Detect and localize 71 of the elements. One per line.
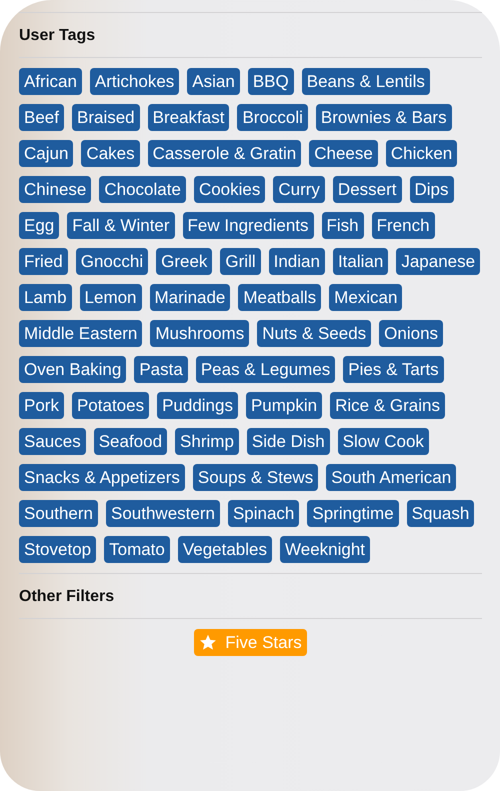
tag-button[interactable]: Rice & Grains (330, 392, 445, 419)
tag-button[interactable]: Pumpkin (246, 392, 322, 419)
tag-button[interactable]: Southern (19, 500, 98, 527)
tag-button[interactable]: Curry (273, 176, 325, 203)
tag-button[interactable]: Greek (156, 248, 212, 275)
tag-button[interactable]: Side Dish (246, 428, 330, 455)
tag-button[interactable]: Beef (19, 104, 64, 131)
tag-button[interactable]: Potatoes (72, 392, 150, 419)
section-title: Other Filters (19, 587, 116, 607)
tag-button[interactable]: Breakfast (148, 104, 230, 131)
tag-button[interactable]: French (372, 212, 435, 239)
tag-button[interactable]: Chocolate (99, 176, 186, 203)
tag-button[interactable]: Fall & Winter (67, 212, 175, 239)
tag-button[interactable]: Mushrooms (150, 320, 250, 347)
tag-button[interactable]: Pork (19, 392, 64, 419)
tag-button[interactable]: Weeknight (280, 536, 370, 563)
tag-button[interactable]: Gnocchi (76, 248, 148, 275)
tag-button[interactable]: Oven Baking (19, 356, 126, 383)
tag-button[interactable]: Pies & Tarts (343, 356, 444, 383)
tag-button[interactable]: Seafood (94, 428, 168, 455)
tag-button[interactable]: South American (326, 464, 456, 491)
tag-button[interactable]: Egg (19, 212, 60, 239)
tag-button[interactable]: Squash (406, 500, 474, 527)
tag-button[interactable]: Puddings (157, 392, 238, 419)
tag-button[interactable]: Stovetop (19, 536, 96, 563)
tag-button[interactable]: Shrimp (175, 428, 239, 455)
tag-button[interactable]: Japanese (396, 248, 480, 275)
tag-button[interactable]: Chicken (386, 140, 458, 167)
tag-button[interactable]: Cheese (309, 140, 378, 167)
tag-button[interactable]: Pasta (134, 356, 188, 383)
tag-button[interactable]: Marinade (150, 284, 230, 311)
tag-button[interactable]: Sauces (19, 428, 86, 455)
tag-button[interactable]: Fried (19, 248, 68, 275)
tag-button[interactable]: BBQ (248, 68, 294, 95)
tag-button[interactable]: Tomato (104, 536, 170, 563)
tag-button[interactable]: African (19, 68, 82, 95)
star-icon (199, 634, 218, 651)
tag-button[interactable]: Soups & Stews (192, 464, 318, 491)
tag-button[interactable]: Cajun (19, 140, 74, 167)
tag-button[interactable]: Beans & Lentils (302, 68, 430, 95)
tag-button[interactable]: Brownies & Bars (316, 104, 452, 131)
tag-button[interactable]: Fish (322, 212, 364, 239)
tag-button[interactable]: Slow Cook (338, 428, 429, 455)
tag-button[interactable]: Dips (410, 176, 454, 203)
tag-button[interactable]: Italian (332, 248, 388, 275)
section-title: User Tags (19, 26, 96, 46)
tag-button[interactable]: Asian (187, 68, 240, 95)
tag-button[interactable]: Southwestern (106, 500, 220, 527)
tag-button[interactable]: Indian (268, 248, 325, 275)
tag-button[interactable]: Mexican (329, 284, 402, 311)
tag-button[interactable]: Lamb (19, 284, 72, 311)
tag-button[interactable]: Broccoli (237, 104, 308, 131)
tag-button[interactable]: Onions (379, 320, 444, 347)
tag-button[interactable]: Casserole & Gratin (148, 140, 302, 167)
tag-button[interactable]: Middle Eastern (19, 320, 142, 347)
tag-button[interactable]: Cookies (194, 176, 266, 203)
tag-button[interactable]: Artichokes (90, 68, 180, 95)
tag-button[interactable]: Few Ingredients (182, 212, 314, 239)
tag-button[interactable]: Spinach (228, 500, 300, 527)
tag-button[interactable]: Grill (220, 248, 261, 275)
tag-button[interactable]: Peas & Legumes (196, 356, 336, 383)
tag-button[interactable]: Lemon (80, 284, 142, 311)
tag-button[interactable]: Nuts & Seeds (257, 320, 372, 347)
tag-button[interactable]: Meatballs (238, 284, 322, 311)
tag-button[interactable]: Dessert (332, 176, 402, 203)
tag-button[interactable]: Braised (72, 104, 140, 131)
tag-button[interactable]: Chinese (19, 176, 92, 203)
tag-button[interactable]: Vegetables (178, 536, 272, 563)
tag-button[interactable]: Snacks & Appetizers (19, 464, 185, 491)
tag-button[interactable]: Cakes (81, 140, 140, 167)
tag-button[interactable]: Springtime (307, 500, 399, 527)
